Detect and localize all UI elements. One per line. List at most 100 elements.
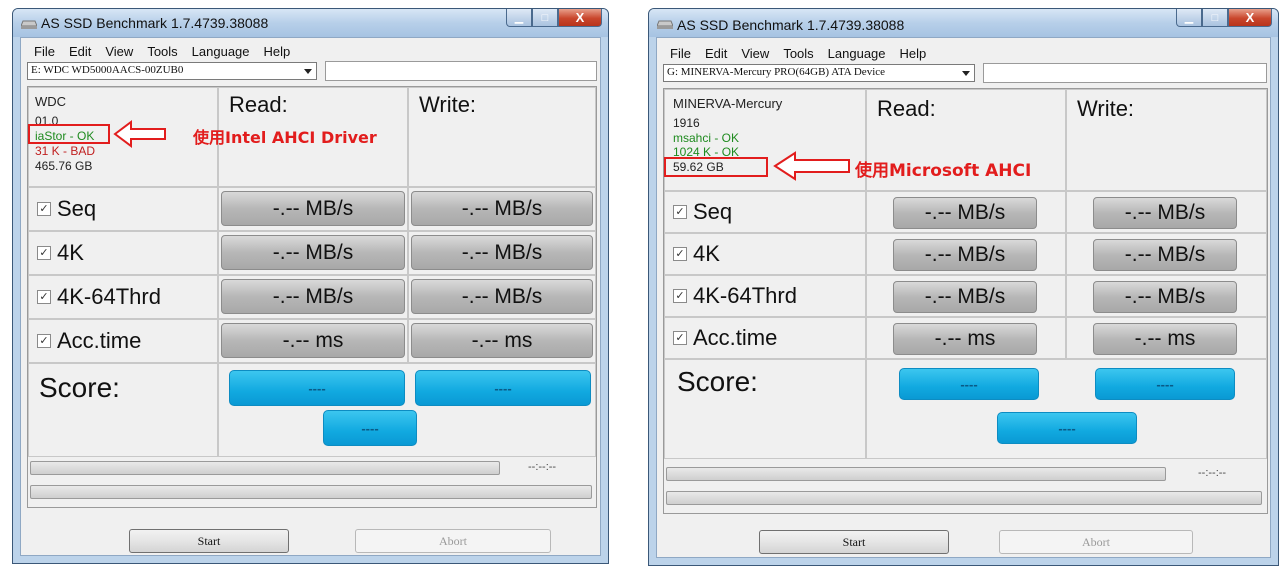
row-4k-label-cell: ✓ 4K (664, 233, 866, 275)
row-acc-label[interactable]: ✓ Acc.time (673, 325, 777, 351)
row-4k64-label-cell: ✓ 4K-64Thrd (664, 275, 866, 317)
row-seq-label-cell: ✓ Seq (28, 187, 218, 231)
row-label-text: 4K (57, 240, 84, 265)
row-4k64-write-cell: -.-- MB/s (1066, 275, 1267, 317)
menu-tools[interactable]: Tools (776, 44, 820, 63)
driver-status: msahci - OK (673, 131, 740, 145)
row-4k-label-cell: ✓ 4K (28, 231, 218, 275)
acc-write-result: -.-- ms (1093, 323, 1237, 355)
acc-read-result: -.-- ms (893, 323, 1037, 355)
drive-select[interactable]: G: MINERVA-Mercury PRO(64GB) ATA Device (663, 64, 975, 82)
row-4k64-label[interactable]: ✓ 4K-64Thrd (37, 284, 161, 310)
checkbox-checked-icon[interactable]: ✓ (673, 289, 687, 303)
row-4k64-label[interactable]: ✓ 4K-64Thrd (673, 283, 797, 309)
row-seq-label[interactable]: ✓ Seq (37, 196, 96, 222)
row-4k64-write-cell: -.-- MB/s (408, 275, 596, 319)
window-title: AS SSD Benchmark 1.7.4739.38088 (41, 15, 269, 31)
4k-write-result: -.-- MB/s (411, 235, 593, 270)
drive-info-field (325, 61, 597, 81)
abort-button[interactable]: Abort (355, 529, 551, 553)
annotation-highlight (664, 157, 768, 177)
row-4k-label[interactable]: ✓ 4K (37, 240, 84, 266)
menu-language[interactable]: Language (821, 44, 893, 63)
row-seq-write-cell: -.-- MB/s (408, 187, 596, 231)
menu-edit[interactable]: Edit (62, 42, 98, 61)
4k-write-result: -.-- MB/s (1093, 239, 1237, 271)
annotation-note: 使用Microsoft AHCI (855, 161, 1032, 181)
row-acc-label-cell: ✓ Acc.time (28, 319, 218, 363)
progress-bar (666, 467, 1166, 481)
menu-file[interactable]: File (663, 44, 698, 63)
benchmark-grid: WDC 01.0 iaStor - OK 31 K - BAD 465.76 G… (27, 86, 597, 508)
checkbox-checked-icon[interactable]: ✓ (673, 331, 687, 345)
read-header: Read: (229, 92, 288, 117)
write-header: Write: (419, 92, 477, 117)
row-seq-read-cell: -.-- MB/s (218, 187, 408, 231)
4k-read-result: -.-- MB/s (221, 235, 405, 270)
alignment-status: 31 K - BAD (35, 144, 96, 158)
score-total: ---- (323, 410, 417, 446)
checkbox-checked-icon[interactable]: ✓ (37, 290, 51, 304)
acc-write-result: -.-- ms (411, 323, 593, 358)
start-button[interactable]: Start (759, 530, 949, 554)
checkbox-checked-icon[interactable]: ✓ (673, 247, 687, 261)
menu-view[interactable]: View (98, 42, 140, 61)
drive-select[interactable]: E: WDC WD5000AACS-00ZUB0 (27, 62, 317, 80)
maximize-icon[interactable]: □ (1202, 9, 1228, 27)
score-label: Score: (677, 366, 758, 397)
seq-write-result: -.-- MB/s (411, 191, 593, 226)
chevron-down-icon (962, 71, 970, 76)
minimize-icon[interactable]: ▁ (506, 9, 532, 27)
acc-read-result: -.-- ms (221, 323, 405, 358)
row-label-text: Acc.time (57, 328, 142, 353)
row-acc-label[interactable]: ✓ Acc.time (37, 328, 141, 354)
row-acc-read-cell: -.-- ms (866, 317, 1066, 359)
score-label-cell: Score: (664, 359, 866, 459)
checkbox-checked-icon[interactable]: ✓ (37, 334, 51, 348)
score-values-cell: ---- ---- ---- (866, 359, 1267, 459)
annotation-highlight (28, 124, 110, 144)
row-acc-read-cell: -.-- ms (218, 319, 408, 363)
abort-button[interactable]: Abort (999, 530, 1193, 554)
score-read: ---- (899, 368, 1039, 400)
menu-edit[interactable]: Edit (698, 44, 734, 63)
write-header: Write: (1077, 96, 1135, 121)
title-bar[interactable]: AS SSD Benchmark 1.7.4739.38088 ▁ □ X (649, 9, 1278, 37)
menu-help[interactable]: Help (257, 42, 298, 61)
row-label-text: Seq (57, 196, 97, 221)
close-icon[interactable]: X (558, 9, 602, 27)
menu-language[interactable]: Language (185, 42, 257, 61)
row-4k-write-cell: -.-- MB/s (1066, 233, 1267, 275)
4k64-read-result: -.-- MB/s (221, 279, 405, 314)
checkbox-checked-icon[interactable]: ✓ (673, 205, 687, 219)
row-label-text: 4K-64Thrd (693, 283, 797, 308)
row-acc-write-cell: -.-- ms (408, 319, 596, 363)
arrow-left-icon (113, 120, 166, 148)
checkbox-checked-icon[interactable]: ✓ (37, 246, 51, 260)
maximize-icon[interactable]: □ (532, 9, 558, 27)
menu-file[interactable]: File (27, 42, 62, 61)
drive-select-value: E: WDC WD5000AACS-00ZUB0 (31, 64, 184, 76)
hard-drive-icon (657, 17, 673, 29)
arrow-left-icon (773, 151, 850, 181)
close-icon[interactable]: X (1228, 9, 1272, 27)
row-4k-read-cell: -.-- MB/s (866, 233, 1066, 275)
seq-read-result: -.-- MB/s (221, 191, 405, 226)
drive-size: 465.76 GB (35, 159, 93, 173)
row-seq-label[interactable]: ✓ Seq (673, 199, 732, 225)
row-4k-label[interactable]: ✓ 4K (673, 241, 720, 267)
start-button[interactable]: Start (129, 529, 289, 553)
score-read: ---- (229, 370, 405, 406)
score-total: ---- (997, 412, 1137, 444)
score-write: ---- (1095, 368, 1235, 400)
title-bar[interactable]: AS SSD Benchmark 1.7.4739.38088 ▁ □ X (13, 9, 608, 37)
elapsed-time: --:--:-- (1198, 467, 1227, 479)
checkbox-checked-icon[interactable]: ✓ (37, 202, 51, 216)
benchmark-window-right: AS SSD Benchmark 1.7.4739.38088 ▁ □ X Fi… (648, 8, 1279, 566)
menu-view[interactable]: View (734, 44, 776, 63)
row-acc-label-cell: ✓ Acc.time (664, 317, 866, 359)
minimize-icon[interactable]: ▁ (1176, 9, 1202, 27)
row-4k64-read-cell: -.-- MB/s (218, 275, 408, 319)
menu-help[interactable]: Help (893, 44, 934, 63)
menu-tools[interactable]: Tools (140, 42, 184, 61)
